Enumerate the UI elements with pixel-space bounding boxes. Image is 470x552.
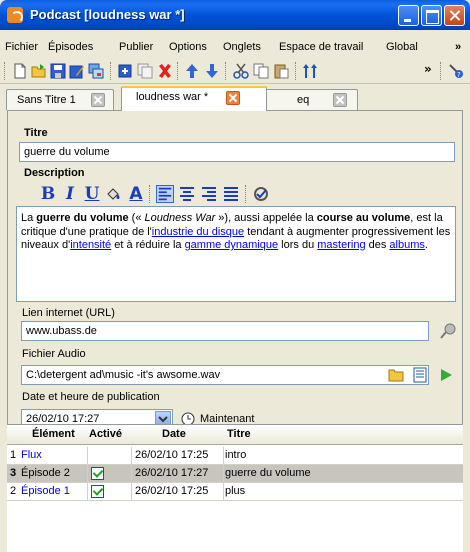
delete-icon[interactable] xyxy=(157,63,173,79)
date-label: Date et heure de publication xyxy=(22,391,160,403)
description-editor[interactable]: La guerre du volume (« Loudness War »), … xyxy=(16,206,456,302)
tab-close-icon[interactable] xyxy=(226,91,240,105)
menu-fichier[interactable]: Fichier xyxy=(5,41,38,53)
format-toolbar: B I U A xyxy=(16,181,456,207)
folder-icon[interactable] xyxy=(388,367,404,383)
menu-options[interactable]: Options xyxy=(169,41,207,53)
bold-button[interactable]: B xyxy=(38,183,58,205)
globe-link-icon[interactable] xyxy=(440,323,456,339)
align-left-icon[interactable] xyxy=(156,185,174,203)
align-right-icon[interactable] xyxy=(200,185,218,203)
link-gamme-dynamique[interactable]: gamme dynamique xyxy=(185,239,279,251)
title-field[interactable]: guerre du volume xyxy=(19,142,455,162)
save-icon[interactable] xyxy=(50,63,66,79)
underline-button[interactable]: U xyxy=(82,183,102,205)
title-bar[interactable]: Podcast [loudness war *] xyxy=(0,0,470,30)
help-icon[interactable]: ? xyxy=(448,63,464,79)
toolbar-grip[interactable] xyxy=(225,62,228,80)
windows-icon[interactable] xyxy=(88,63,104,79)
minimize-button[interactable] xyxy=(398,5,419,26)
audio-file-field[interactable]: C:\detergent ad\music -it's awsome.wav xyxy=(21,365,429,385)
copy-page-icon[interactable] xyxy=(137,63,153,79)
svg-text:?: ? xyxy=(457,71,461,79)
align-justify-icon[interactable] xyxy=(222,185,240,203)
font-color-button[interactable]: A xyxy=(126,183,146,205)
link-industrie-du-disque[interactable]: industrie du disque xyxy=(152,226,244,238)
new-icon[interactable] xyxy=(12,63,28,79)
up-arrow-icon[interactable] xyxy=(184,63,200,79)
url-field[interactable]: www.ubass.de xyxy=(21,321,429,341)
menu-espace-de-travail[interactable]: Espace de travail xyxy=(279,41,363,53)
format-separator xyxy=(245,185,248,203)
format-separator xyxy=(149,185,152,203)
url-label: Lien internet (URL) xyxy=(22,307,115,319)
toolbar: » ? xyxy=(0,58,470,84)
active-checkbox[interactable] xyxy=(91,467,104,480)
toolbar-overflow[interactable]: » xyxy=(424,62,440,78)
window-title: Podcast [loudness war *] xyxy=(30,7,185,22)
tab-eq[interactable]: eq xyxy=(262,89,358,110)
tab-label: loudness war * xyxy=(136,91,209,103)
column-element[interactable]: Élément xyxy=(32,428,75,440)
active-checkbox[interactable] xyxy=(91,485,104,498)
open-icon[interactable] xyxy=(31,63,47,79)
column-title[interactable]: Titre xyxy=(227,428,251,440)
menu-global[interactable]: Global xyxy=(386,41,418,53)
menu-onglets[interactable]: Onglets xyxy=(223,41,261,53)
toolbar-grip[interactable] xyxy=(177,62,180,80)
title-label: Titre xyxy=(24,127,48,139)
link-albums[interactable]: albums xyxy=(389,239,424,251)
play-icon[interactable] xyxy=(438,367,454,383)
audio-label: Fichier Audio xyxy=(22,348,86,360)
italic-button[interactable]: I xyxy=(60,183,80,205)
column-active[interactable]: Activé xyxy=(89,428,122,440)
toolbar-grip[interactable] xyxy=(110,62,113,80)
table-row[interactable]: 3 Épisode 2 26/02/10 17:27 guerre du vol… xyxy=(7,465,463,483)
link-mastering[interactable]: mastering xyxy=(317,239,365,251)
menu-episodes[interactable]: Épisodes xyxy=(48,41,93,53)
edit-icon[interactable] xyxy=(69,63,85,79)
tab-label: Sans Titre 1 xyxy=(17,94,76,106)
tab-strip: Sans Titre 1 loudness war * eq xyxy=(0,86,470,111)
copy-icon[interactable] xyxy=(253,63,269,79)
spellcheck-icon[interactable] xyxy=(252,185,270,203)
description-label: Description xyxy=(24,167,85,179)
fill-color-icon[interactable] xyxy=(104,185,122,203)
add-icon[interactable] xyxy=(117,63,133,79)
table-row[interactable]: 2 Épisode 1 26/02/10 17:25 plus xyxy=(7,483,463,501)
close-window-button[interactable] xyxy=(444,5,465,26)
menu-bar: Fichier Épisodes Publier Options Onglets… xyxy=(0,38,470,57)
column-date[interactable]: Date xyxy=(162,428,186,440)
tab-loudness-war[interactable]: loudness war * xyxy=(121,86,267,111)
tab-close-icon[interactable] xyxy=(91,93,105,107)
menu-overflow[interactable]: » xyxy=(455,41,461,53)
items-table: Élément Activé Date Titre 1 Flux 26/02/1… xyxy=(7,424,463,552)
cut-icon[interactable] xyxy=(233,63,249,79)
podcast-app-icon xyxy=(7,7,23,23)
toolbar-grip[interactable] xyxy=(440,62,443,80)
tab-close-icon[interactable] xyxy=(333,93,347,107)
tab-label: eq xyxy=(297,94,310,106)
maximize-button[interactable] xyxy=(421,5,442,26)
file-details-icon[interactable] xyxy=(412,367,428,383)
link-intensite[interactable]: intensité xyxy=(70,239,111,251)
toolbar-grip[interactable] xyxy=(4,62,7,80)
sort-icon[interactable] xyxy=(302,63,318,79)
menu-publier[interactable]: Publier xyxy=(119,41,153,53)
align-center-icon[interactable] xyxy=(178,185,196,203)
table-header: Élément Activé Date Titre xyxy=(7,425,463,445)
toolbar-grip[interactable] xyxy=(295,62,298,80)
table-row[interactable]: 1 Flux 26/02/10 17:25 intro xyxy=(7,447,463,465)
down-arrow-icon[interactable] xyxy=(204,63,220,79)
paste-icon[interactable] xyxy=(273,63,289,79)
tab-sans-titre-1[interactable]: Sans Titre 1 xyxy=(6,89,114,110)
